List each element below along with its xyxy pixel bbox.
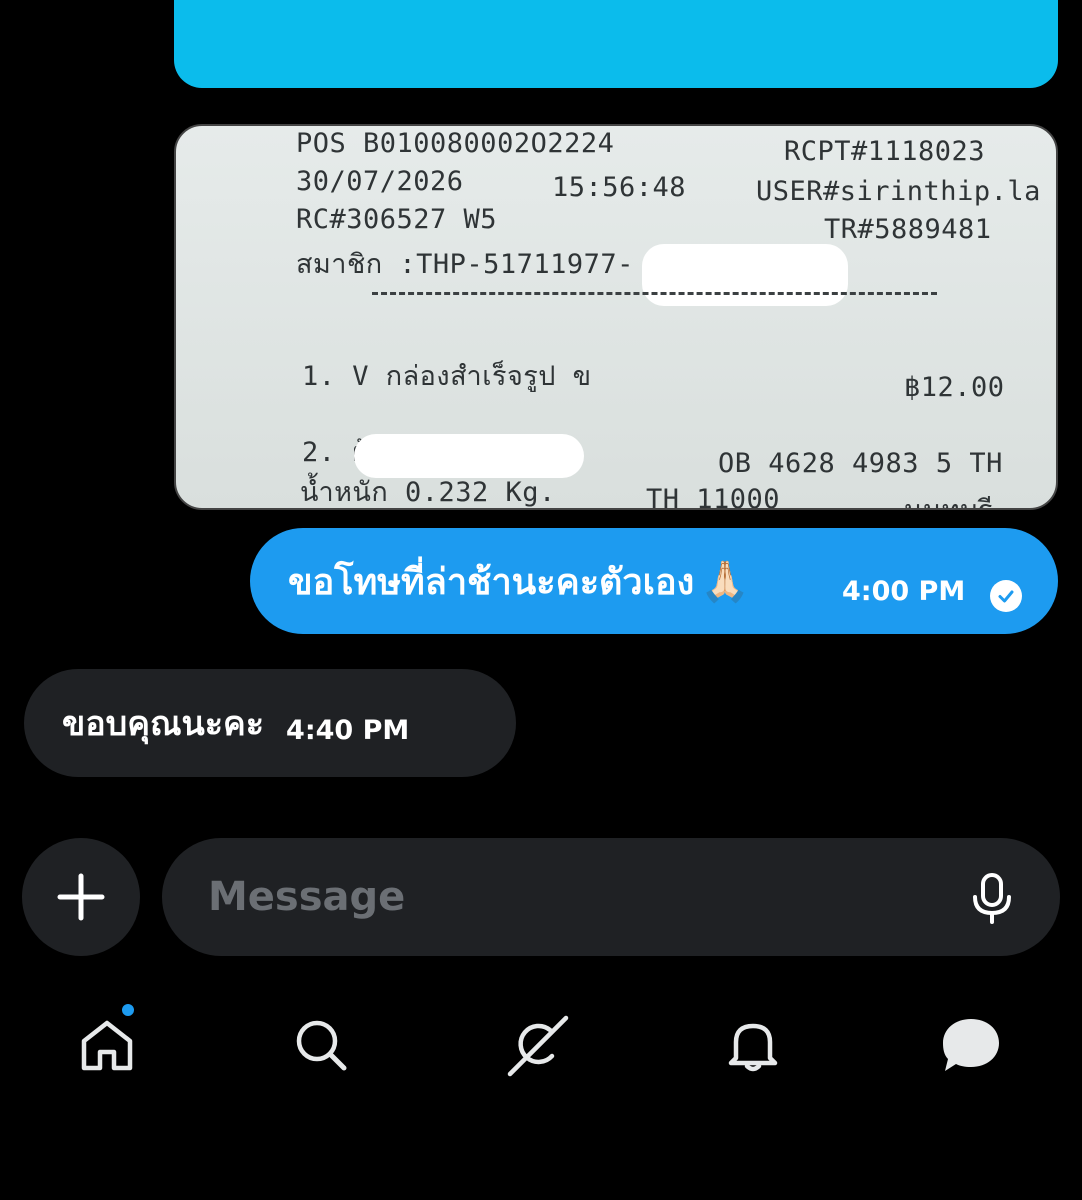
nav-home[interactable] [72, 1010, 142, 1080]
previous-message-bubble[interactable] [174, 0, 1058, 88]
receipt-rcpt: RCPT#1118023 [784, 136, 986, 167]
read-check-icon [990, 580, 1022, 612]
nav-notifications[interactable] [718, 1010, 788, 1080]
receipt-pos: POS B010080002O2224 [296, 128, 615, 159]
home-icon [81, 1020, 133, 1071]
chat-screen: POS B010080002O2224 RCPT#1118023 30/07/2… [0, 0, 1082, 1200]
plus-icon [57, 873, 105, 921]
bottom-nav [0, 1000, 1082, 1100]
receipt-weight: น้ำหนัก 0.232 Kg. [300, 477, 556, 508]
microphone-icon[interactable] [964, 870, 1020, 926]
nav-grok[interactable] [504, 1010, 574, 1080]
receipt-postcode: TH 11000 [646, 484, 781, 510]
incoming-message-text: ขอบคุณนะคะ [62, 704, 265, 744]
receipt-divider [372, 292, 937, 295]
search-icon [296, 1020, 347, 1071]
receipt-price1: ฿12.00 [904, 372, 1005, 403]
receipt-time: 15:56:48 [552, 172, 687, 203]
nav-search[interactable] [286, 1010, 356, 1080]
receipt-date: 30/07/2026 [296, 166, 464, 197]
receipt-rc: RC#306527 W5 [296, 204, 498, 235]
redaction [642, 244, 848, 306]
incoming-message-bubble[interactable]: ขอบคุณนะคะ 4:40 PM [24, 669, 516, 777]
messages-icon [943, 1019, 999, 1071]
message-composer[interactable] [162, 838, 1060, 956]
receipt-item1: 1. V กล่องสำเร็จรูป ข [302, 361, 592, 392]
folded-hands-emoji: 🙏🏻 [700, 558, 750, 605]
bell-icon [728, 1023, 778, 1072]
receipt-image[interactable]: POS B010080002O2224 RCPT#1118023 30/07/2… [174, 124, 1058, 510]
receipt-tr: TR#5889481 [824, 214, 992, 245]
message-input[interactable] [208, 862, 928, 932]
notification-dot [120, 1002, 136, 1018]
outgoing-message-bubble[interactable]: ขอโทษที่ล่าช้านะคะตัวเอง 🙏🏻 4:00 PM [250, 528, 1058, 634]
outgoing-message-time: 4:00 PM [842, 576, 966, 607]
receipt-user: USER#sirinthip.la [756, 176, 1041, 207]
receipt-province: นนทบุรี [904, 488, 993, 508]
nav-messages[interactable] [936, 1010, 1006, 1080]
receipt-tracking: OB 4628 4983 5 TH [718, 448, 1003, 479]
receipt-member: สมาชิก :THP-51711977- [296, 249, 634, 280]
grok-icon [507, 1015, 569, 1077]
add-attachment-button[interactable] [22, 838, 140, 956]
incoming-message-time: 4:40 PM [286, 714, 410, 746]
outgoing-message-text: ขอโทษที่ล่าช้านะคะตัวเอง [288, 561, 695, 603]
